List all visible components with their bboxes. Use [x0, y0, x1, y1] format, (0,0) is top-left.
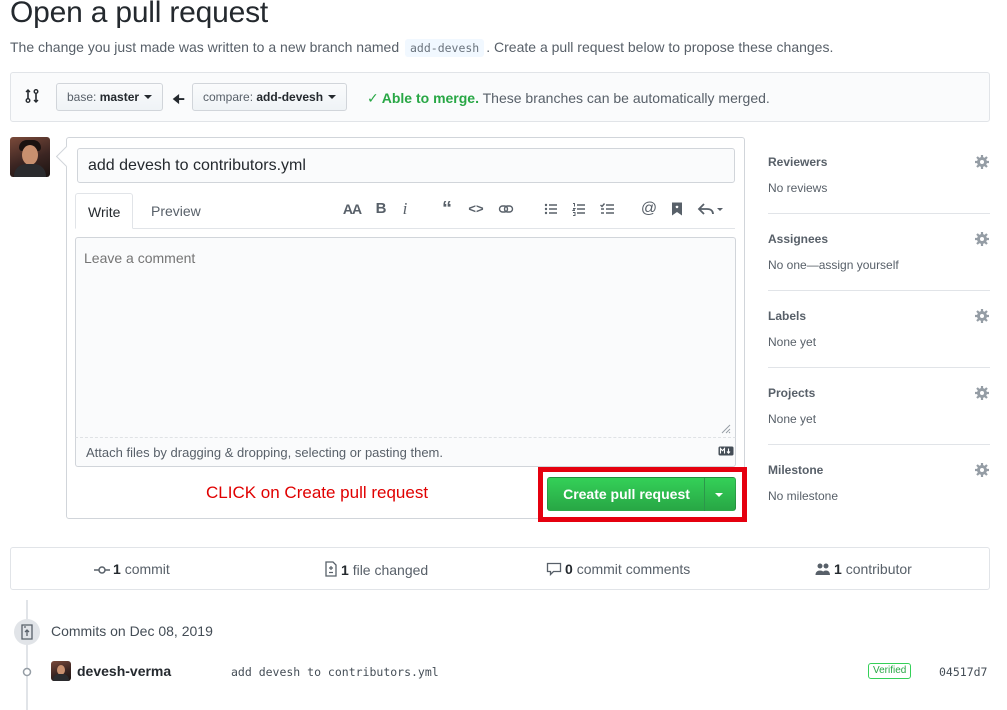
italic-icon[interactable]: i	[394, 198, 416, 220]
attach-text: Attach files by dragging & dropping, sel…	[86, 445, 443, 460]
comment-textarea[interactable]	[75, 237, 736, 437]
commit-author-link[interactable]: devesh-verma	[77, 663, 171, 679]
pr-title-input[interactable]	[77, 148, 735, 183]
pr-summary-bar: 1 commit 1 file changed 0 commit comment…	[10, 547, 990, 590]
contributors-summary[interactable]: 1 contributor	[815, 561, 912, 577]
gear-icon[interactable]	[974, 231, 990, 247]
chevron-down-icon	[144, 95, 153, 99]
commit-icon	[94, 566, 110, 574]
gear-icon[interactable]	[974, 308, 990, 324]
pull-request-form: Write Preview AA B i “ <> @ Attach files…	[66, 137, 747, 522]
commit-author-avatar[interactable]	[51, 661, 71, 681]
branch-range-bar: base: master 🠈 compare: add-devesh ✓ Able…	[10, 72, 990, 122]
gear-icon[interactable]	[974, 385, 990, 401]
commit-node-icon	[22, 667, 32, 677]
bold-icon[interactable]: B	[370, 198, 392, 220]
sidebar-heading: Projects	[768, 386, 816, 400]
chevron-down-icon	[715, 493, 723, 497]
page-title: Open a pull request	[10, 0, 269, 29]
comment-icon	[546, 562, 562, 577]
sidebar-value: No reviews	[768, 181, 828, 195]
base-branch-select[interactable]: base: master	[56, 83, 164, 111]
compare-value: add-devesh	[256, 90, 324, 104]
create-pull-request-button[interactable]: Create pull request	[547, 477, 705, 511]
sidebar-value: None yet	[768, 412, 817, 426]
chevron-down-icon	[328, 95, 337, 99]
compare-label: compare:	[203, 90, 254, 104]
merge-status-text: These branches can be automatically merg…	[482, 90, 770, 106]
code-icon[interactable]: <>	[465, 198, 487, 220]
git-compare-icon	[25, 89, 39, 103]
file-diff-icon	[325, 561, 337, 577]
sidebar-value: None yet	[768, 335, 817, 349]
instruction-annotation: CLICK on Create pull request	[206, 483, 429, 502]
text-size-icon[interactable]: AA	[341, 198, 363, 220]
ordered-list-icon[interactable]	[568, 198, 590, 220]
tab-preview[interactable]: Preview	[139, 193, 213, 229]
base-value: master	[99, 90, 140, 104]
verified-badge[interactable]: Verified	[868, 663, 912, 679]
sidebar-heading: Assignees	[768, 232, 829, 246]
avatar[interactable]	[10, 137, 50, 177]
sidebar-milestone: Milestone No milestone	[768, 445, 990, 522]
commits-date-badge	[14, 619, 40, 645]
page-subtitle: The change you just made was written to …	[10, 39, 834, 57]
commits-summary[interactable]: 1 commit	[94, 561, 170, 577]
bookmark-icon[interactable]	[666, 198, 688, 220]
link-icon[interactable]	[495, 198, 517, 220]
sidebar-labels: Labels None yet	[768, 291, 990, 368]
subtitle-text-after: . Create a pull request below to propose…	[486, 39, 834, 55]
task-list-icon[interactable]	[596, 198, 618, 220]
sidebar-heading: Labels	[768, 309, 807, 323]
timeline-line	[26, 600, 28, 710]
commit-sha-link[interactable]: 04517d7	[939, 665, 987, 679]
tab-write[interactable]: Write	[75, 193, 134, 229]
commit-comments-summary[interactable]: 0 commit comments	[546, 561, 690, 577]
create-options-dropdown[interactable]	[704, 477, 736, 511]
people-icon	[815, 563, 830, 575]
markdown-icon[interactable]	[718, 446, 734, 456]
attach-files-bar[interactable]: Attach files by dragging & dropping, sel…	[75, 437, 736, 467]
reply-icon[interactable]	[695, 198, 727, 220]
merge-ok-text: Able to merge.	[381, 90, 479, 106]
files-changed-summary[interactable]: 1 file changed	[324, 561, 428, 578]
base-label: base:	[67, 90, 97, 104]
sidebar-value[interactable]: No one—assign yourself	[768, 258, 899, 272]
merge-status: ✓ Able to merge. These branches can be au…	[367, 90, 770, 107]
branch-name-code: add-devesh	[405, 39, 485, 57]
sidebar-value: No milestone	[768, 489, 839, 503]
commits-date-heading: Commits on Dec 08, 2019	[51, 623, 213, 639]
unordered-list-icon[interactable]	[540, 198, 562, 220]
mention-icon[interactable]: @	[638, 198, 660, 220]
compare-branch-select[interactable]: compare: add-devesh	[192, 83, 348, 111]
check-icon: ✓	[367, 90, 379, 106]
sidebar-heading: Milestone	[768, 463, 824, 477]
gear-icon[interactable]	[974, 462, 990, 478]
commit-message-link[interactable]: add devesh to contributors.yml	[231, 665, 439, 679]
sidebar-projects: Projects None yet	[768, 368, 990, 445]
sidebar-reviewers: Reviewers No reviews	[768, 137, 990, 214]
sidebar-assignees: Assignees No one—assign yourself	[768, 214, 990, 291]
sidebar-heading: Reviewers	[768, 155, 828, 169]
repo-push-icon	[21, 624, 33, 640]
gear-icon[interactable]	[974, 154, 990, 170]
resize-handle-icon[interactable]	[719, 422, 731, 434]
quote-icon[interactable]: “	[436, 198, 458, 220]
arrow-left-icon: 🠈	[172, 91, 186, 107]
subtitle-text: The change you just made was written to …	[10, 39, 400, 55]
